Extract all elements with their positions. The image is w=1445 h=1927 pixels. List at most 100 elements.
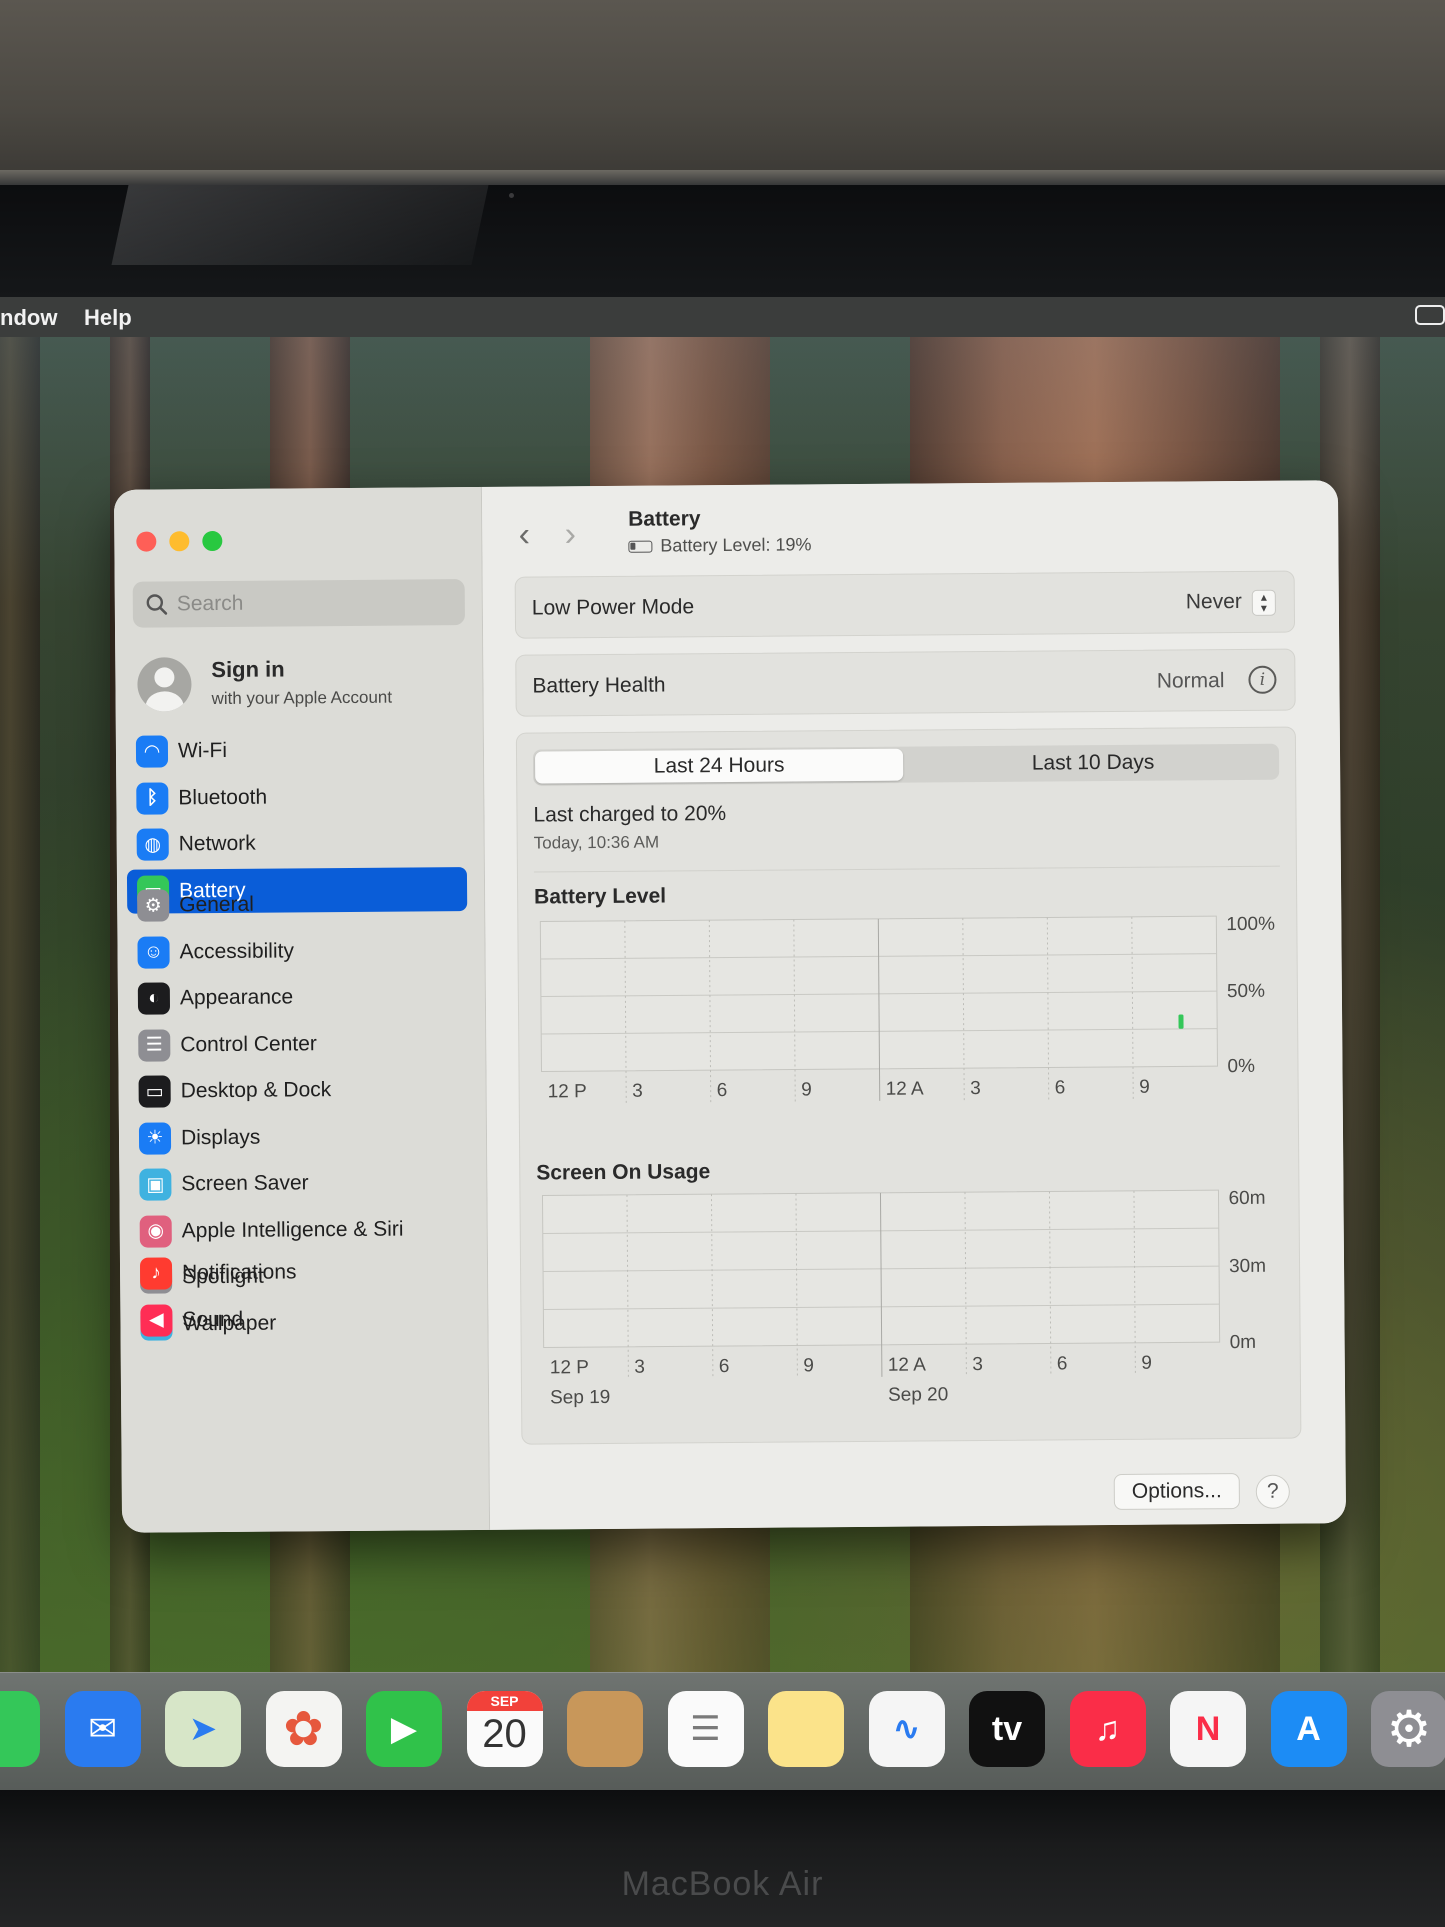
reminders-icon[interactable]: ☰ [667,1691,744,1767]
calendar-month: SEP [466,1691,543,1711]
date-label: Sep 19 [550,1387,610,1408]
battery-health-value: Normal [1156,669,1225,693]
bluetooth-icon: ᛒ [136,781,169,815]
y-tick-label: 30m [1229,1256,1266,1277]
sidebar-item-label: Notifications [181,1260,297,1285]
x-tick-label: 12 P [550,1357,589,1378]
screen-saver-icon: ▣ [139,1168,172,1201]
sidebar-item-label: Screen Saver [181,1171,309,1196]
sidebar-item-label: General [179,892,254,917]
speaker-icon: ◀ [140,1303,173,1337]
gear-icon: ⚙ [137,889,170,922]
tv-label: tv [991,1709,1023,1748]
back-button[interactable]: ‹ [510,516,538,554]
camera [509,193,514,198]
sidebar-item-label: Network [178,831,256,856]
apple-account-row[interactable]: Sign in with your Apple Account [137,649,468,720]
zoom-button[interactable] [202,530,223,552]
page-subtitle: Battery Level: 19% [628,534,812,556]
sidebar-item-accessibility[interactable]: ☺ Accessibility [127,928,467,975]
options-button[interactable]: Options... [1113,1473,1240,1510]
sidebar-item-apple-intelligence-siri[interactable]: ◉ Apple Intelligence & Siri [130,1207,470,1254]
last-charged-text: Last charged to 20% [533,802,727,827]
account-name: Sign in [211,656,285,683]
freeform-icon[interactable]: ∿ [868,1691,945,1767]
sidebar-item-label: Appearance [179,985,294,1010]
tab-last-24-hours[interactable]: Last 24 Hours [534,748,904,784]
system-settings-icon[interactable]: ⚙ [1371,1691,1445,1767]
notes-icon[interactable] [768,1691,844,1767]
menu-window[interactable]: ndow [0,305,57,331]
x-tick-label: 12 A [888,1354,927,1375]
minimize-button[interactable] [169,531,190,552]
menu-help[interactable]: Help [84,305,132,331]
x-tick-label: 9 [801,1079,812,1100]
x-tick-label: 12 P [548,1081,587,1102]
search-icon [146,594,168,615]
tab-last-10-days[interactable]: Last 10 Days [909,746,1277,781]
forward-button[interactable]: › [556,515,584,553]
photos-icon[interactable]: ✿ [265,1691,342,1767]
menu-bar: ndow Help [0,297,1445,337]
sidebar-item-screen-saver[interactable]: ▣ Screen Saver [129,1160,469,1207]
sun-icon: ☀ [138,1121,172,1155]
laptop-lid-top [0,0,1445,185]
sidebar-item-desktop-dock[interactable]: ▭ Desktop & Dock [128,1067,468,1114]
info-icon[interactable]: i [1248,665,1277,694]
messages-icon[interactable] [0,1691,40,1767]
dock-icon: ▭ [138,1075,171,1108]
sidebar-item-bluetooth[interactable]: ᛒ Bluetooth [126,774,466,821]
time-range-segmented-control: Last 24 Hours Last 10 Days [532,743,1280,786]
sidebar-item-label: Control Center [180,1031,317,1056]
x-tick-label: 6 [719,1356,730,1377]
app-store-icon[interactable]: A [1270,1691,1347,1767]
screen-usage-chart-title: Screen On Usage [536,1160,711,1185]
sidebar-item-label: Accessibility [179,938,295,963]
maps-icon[interactable]: ➤ [165,1691,241,1767]
battery-level-icon [628,540,653,553]
calendar-icon[interactable]: SEP 20 [466,1691,543,1767]
date-label: Sep 20 [888,1384,948,1405]
search-field[interactable] [132,579,465,628]
y-tick-label: 100% [1226,914,1275,935]
up-down-chevron-icon[interactable]: ▴ ▾ [1251,589,1276,616]
mail-icon[interactable]: ✉ [64,1691,141,1767]
sidebar-item-control-center[interactable]: ☰ Control Center [128,1021,468,1068]
search-input[interactable] [176,587,447,620]
sidebar-item-sound[interactable]: ◀ Sound [130,1296,470,1343]
x-tick-label: 6 [717,1080,728,1101]
battery-level-bar [1178,1014,1184,1029]
control-center-icon: ☰ [138,1028,171,1062]
news-icon[interactable]: N [1170,1691,1246,1767]
low-power-value[interactable]: Never [1186,590,1242,614]
x-tick-label: 9 [803,1355,814,1376]
account-subtitle: with your Apple Account [211,687,393,709]
help-button[interactable]: ? [1255,1474,1290,1509]
usage-card: Last 24 Hours Last 10 Days Last charged … [515,726,1302,1445]
divider [533,865,1280,873]
battery-health-label: Battery Health [532,673,666,698]
sidebar-item-general[interactable]: ⚙ General [127,881,467,928]
accessibility-icon: ☺ [137,935,170,969]
page-title: Battery [628,507,701,531]
x-tick-label: 12 A [886,1078,925,1099]
x-tick-label: 9 [1139,1077,1150,1098]
sidebar-item-label: Wi-Fi [177,738,228,763]
sidebar-item-notifications[interactable]: ♪ Notifications [130,1249,470,1296]
x-tick-label: 3 [972,1354,983,1375]
facetime-icon[interactable]: ▶ [366,1691,442,1767]
contacts-icon[interactable] [567,1691,643,1767]
y-tick-label: 60m [1228,1188,1265,1209]
close-button[interactable] [136,531,157,552]
x-tick-label: 6 [1055,1077,1066,1098]
x-tick-label: 3 [970,1078,981,1099]
sidebar-item-label: Displays [180,1125,261,1149]
sidebar-item-network[interactable]: ◍ Network [127,820,467,867]
sidebar-item-appearance[interactable]: ◐ Appearance [128,974,468,1021]
sidebar-item-wi-fi[interactable]: ◠ Wi-Fi [126,727,466,774]
x-tick-label: 6 [1057,1353,1068,1374]
apple-tv-icon[interactable]: tv [969,1691,1045,1767]
sidebar-item-displays[interactable]: ☀ Displays [129,1114,469,1161]
music-icon[interactable]: ♫ [1069,1691,1146,1767]
menubar-battery-icon[interactable] [1415,305,1445,325]
